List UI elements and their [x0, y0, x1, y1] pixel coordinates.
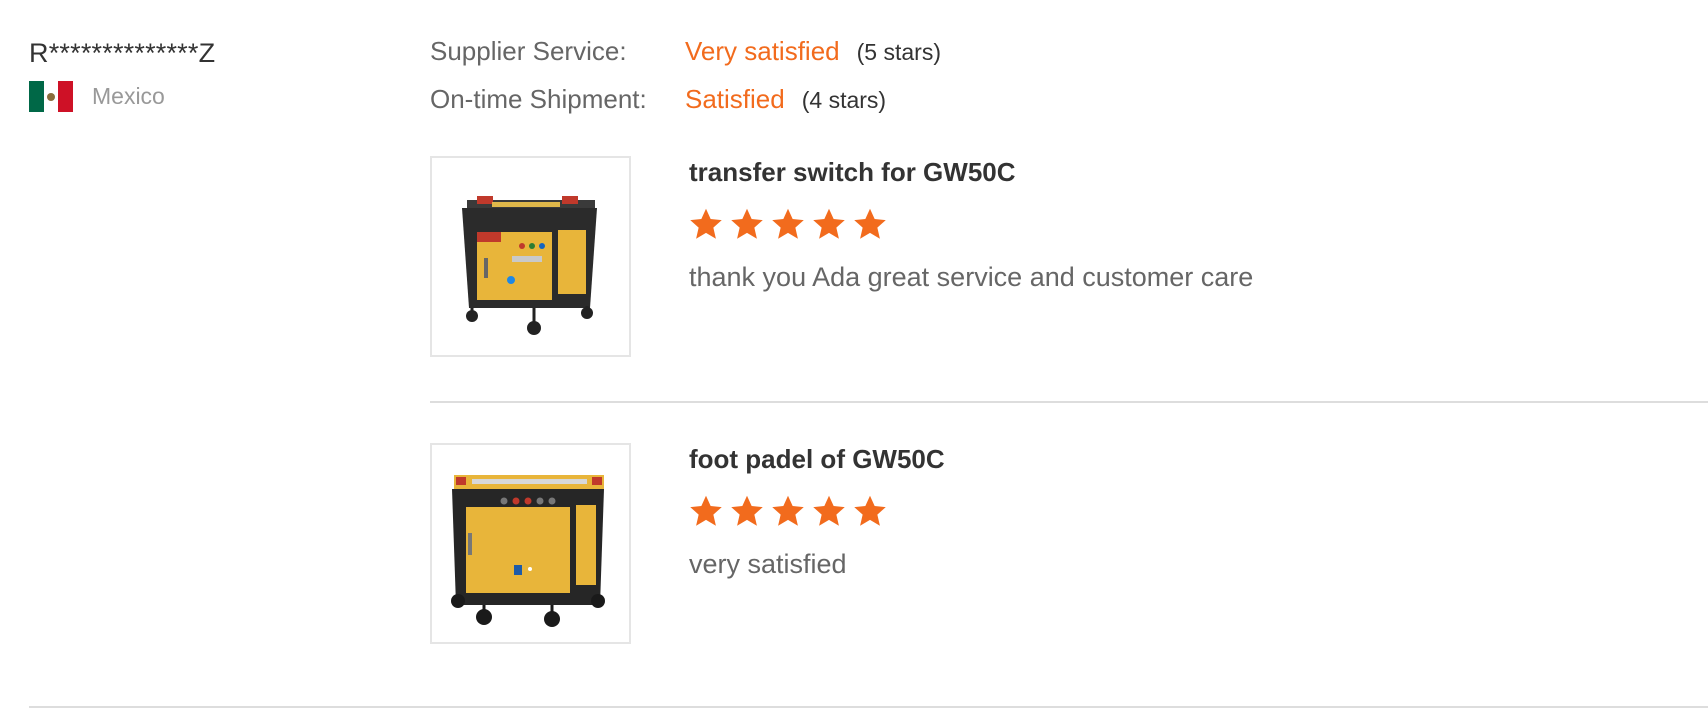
star-icon	[731, 495, 763, 526]
star-icon	[813, 208, 845, 239]
rebar-bender-machine-icon	[451, 475, 605, 627]
rating-stars-text: (4 stars)	[801, 87, 887, 113]
product-review: transfer switch for GW50C thank you Ada …	[430, 156, 1708, 403]
star-icon	[690, 495, 722, 526]
product-image[interactable]	[430, 156, 631, 357]
star-icon	[731, 208, 763, 239]
rebar-bender-machine-icon	[462, 196, 597, 335]
product-title[interactable]: transfer switch for GW50C	[689, 156, 1016, 188]
star-rating	[688, 206, 888, 242]
reviewer-info: R**************Z Mexico	[29, 36, 409, 112]
product-image[interactable]	[430, 443, 631, 644]
mexico-flag-icon	[29, 81, 74, 112]
star-icon	[772, 208, 804, 239]
rating-on-time-shipment: On-time Shipment: Satisfied (4 stars)	[430, 84, 941, 132]
star-icon	[854, 495, 886, 526]
ratings-summary: Supplier Service: Very satisfied (5 star…	[430, 36, 941, 132]
star-icon	[854, 208, 886, 239]
rating-supplier-service: Supplier Service: Very satisfied (5 star…	[430, 36, 941, 84]
rating-label: On-time Shipment:	[430, 84, 647, 114]
country-row: Mexico	[29, 81, 409, 112]
star-icon	[772, 495, 804, 526]
rating-value: Very satisfied	[685, 36, 840, 66]
star-rating	[688, 493, 888, 529]
star-icon	[690, 208, 722, 239]
product-title[interactable]: foot padel of GW50C	[689, 443, 945, 475]
reviewer-country: Mexico	[92, 83, 165, 109]
star-icon	[813, 495, 845, 526]
review-text: thank you Ada great service and customer…	[689, 262, 1254, 292]
rating-label: Supplier Service:	[430, 36, 627, 66]
rating-value: Satisfied	[685, 84, 785, 114]
review-text: very satisfied	[689, 549, 847, 579]
reviewer-name: R**************Z	[29, 38, 216, 68]
product-review: foot padel of GW50C very satisfied	[430, 443, 1708, 705]
rating-stars-text: (5 stars)	[856, 39, 941, 65]
